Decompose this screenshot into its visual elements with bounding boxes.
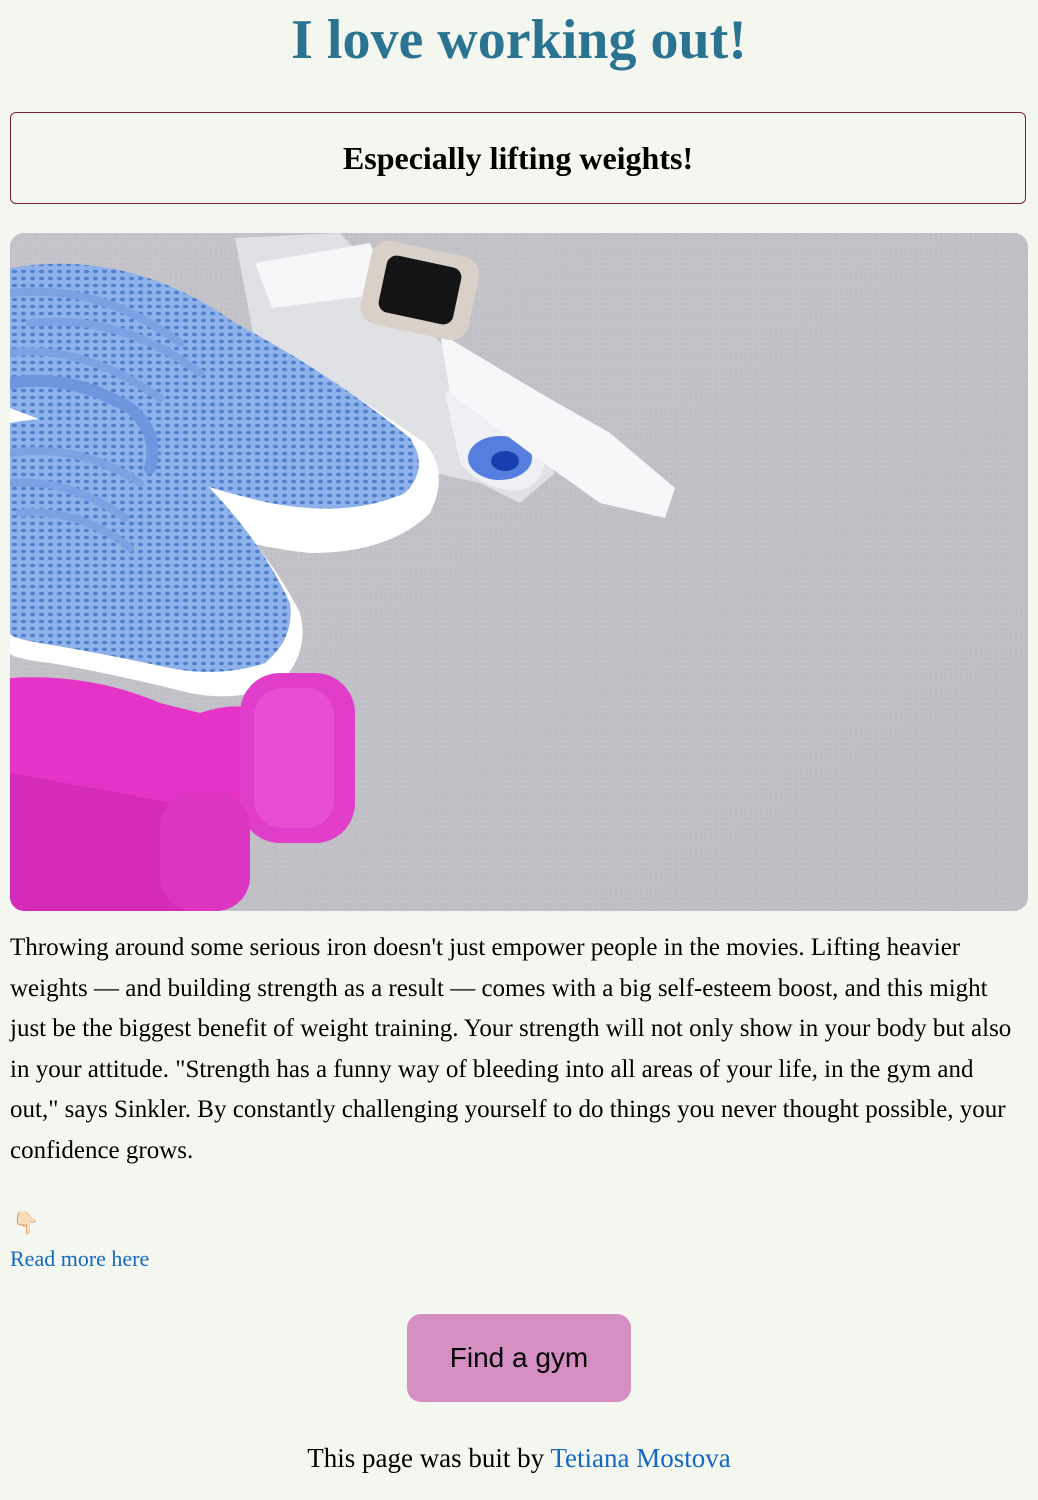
pointing-down-icon: 👇🏻 — [12, 1210, 40, 1235]
article-paragraph: Throwing around some serious iron doesn'… — [10, 934, 1012, 1164]
footer-text: This page was buit by — [307, 1443, 545, 1473]
hero-illustration — [10, 233, 1028, 911]
find-gym-button[interactable]: Find a gym — [407, 1314, 631, 1402]
subtitle-box: Especially lifting weights! — [10, 112, 1026, 204]
page-title: I love working out! — [291, 9, 747, 71]
hero-image — [10, 233, 1028, 911]
footer: This page was buit by Tetiana Mostova — [0, 1440, 1038, 1476]
author-link[interactable]: Tetiana Mostova — [550, 1443, 730, 1473]
page-subtitle: Especially lifting weights! — [342, 140, 694, 176]
read-more-link[interactable]: Read more here — [10, 1244, 149, 1274]
